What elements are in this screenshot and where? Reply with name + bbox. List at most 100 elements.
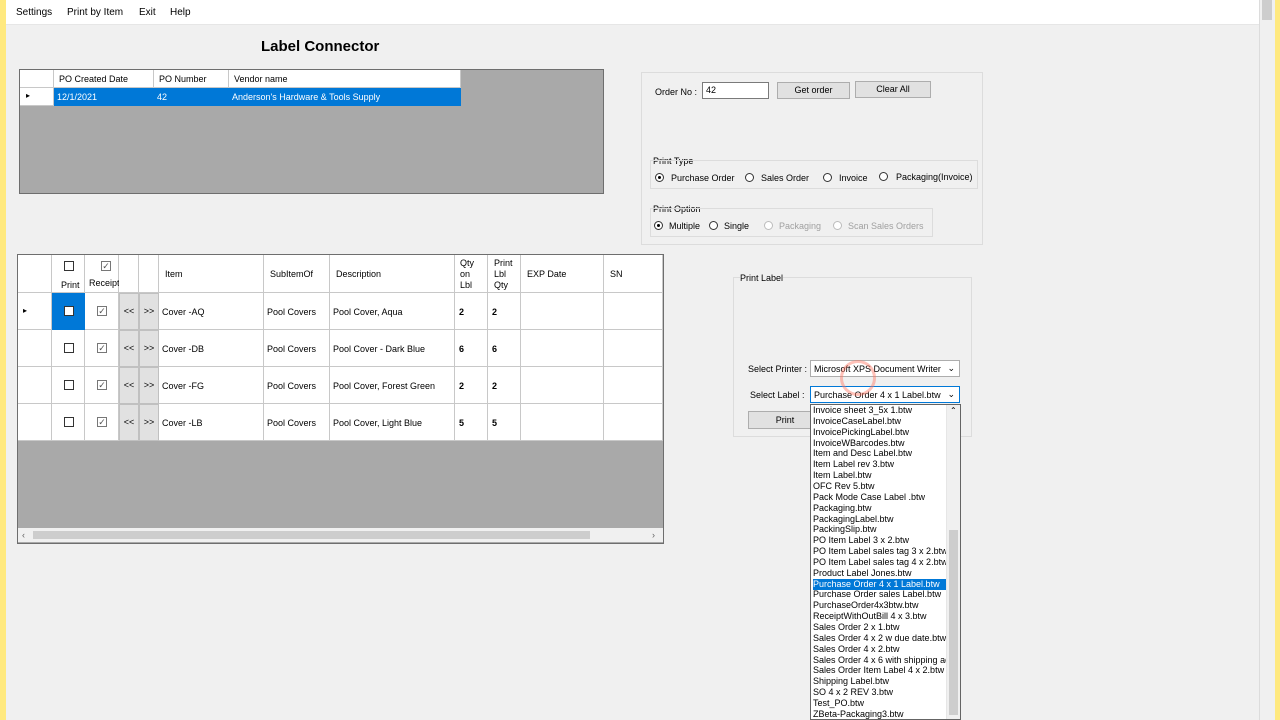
- menu-print-by-item[interactable]: Print by Item: [67, 7, 123, 18]
- radio-packaging-invoice[interactable]: [879, 172, 888, 181]
- cell-sn-3[interactable]: [604, 404, 663, 441]
- label-option[interactable]: PackagingLabel.btw: [813, 514, 948, 525]
- print-checkbox-3[interactable]: [64, 417, 74, 427]
- label-option[interactable]: Sales Order 4 x 2 w due date.btw: [813, 633, 948, 644]
- cell-item-2[interactable]: Cover -FG: [159, 367, 264, 404]
- label-option[interactable]: ZBeta-Packaging3.btw: [813, 709, 948, 719]
- receipt-checkbox-1[interactable]: ✓: [97, 343, 107, 353]
- print-checkbox-0[interactable]: ✓: [64, 306, 74, 316]
- label-option[interactable]: Item Label.btw: [813, 470, 948, 481]
- cell-print-0[interactable]: ✓: [52, 293, 85, 330]
- menu-help[interactable]: Help: [170, 7, 191, 18]
- cell-qty-2[interactable]: 2: [455, 367, 488, 404]
- forward-button-1[interactable]: >>: [139, 330, 159, 367]
- get-order-button[interactable]: Get order: [777, 82, 850, 99]
- label-option[interactable]: OFC Rev 5.btw: [813, 481, 948, 492]
- label-dropdown-list[interactable]: Invoice sheet 3_5x 1.btw InvoiceCaseLabel…: [810, 404, 961, 720]
- label-option[interactable]: Item and Desc Label.btw: [813, 448, 948, 459]
- items-scroll-thumb[interactable]: [33, 531, 590, 539]
- order-no-input[interactable]: 42: [702, 82, 769, 99]
- label-option[interactable]: Invoice sheet 3_5x 1.btw: [813, 405, 948, 416]
- po-col-header-vendor[interactable]: Vendor name: [229, 70, 461, 88]
- label-select[interactable]: Purchase Order 4 x 1 Label.btw ⌄: [810, 386, 960, 403]
- cell-sn-1[interactable]: [604, 330, 663, 367]
- dropdown-scrollbar[interactable]: ⌃: [946, 405, 960, 719]
- row-header-0[interactable]: ▸: [18, 293, 52, 330]
- label-option[interactable]: SO 4 x 2 REV 3.btw: [813, 687, 948, 698]
- radio-single[interactable]: [709, 221, 718, 230]
- po-cell-vendor[interactable]: Anderson's Hardware & Tools Supply: [229, 88, 461, 106]
- label-option[interactable]: InvoiceCaseLabel.btw: [813, 416, 948, 427]
- print-all-checkbox[interactable]: [64, 261, 74, 271]
- label-option[interactable]: Purchase Order sales Label.btw: [813, 589, 948, 600]
- items-horizontal-scrollbar[interactable]: ‹ ›: [18, 528, 663, 542]
- cell-description-3[interactable]: Pool Cover, Light Blue: [330, 404, 455, 441]
- cell-exp-0[interactable]: [521, 293, 604, 330]
- forward-button-2[interactable]: >>: [139, 367, 159, 404]
- row-header-2[interactable]: [18, 367, 52, 404]
- label-option[interactable]: Item Label rev 3.btw: [813, 459, 948, 470]
- cell-subitem-0[interactable]: Pool Covers: [264, 293, 330, 330]
- cell-subitem-2[interactable]: Pool Covers: [264, 367, 330, 404]
- cell-exp-2[interactable]: [521, 367, 604, 404]
- label-option[interactable]: PurchaseOrder4x3btw.btw: [813, 600, 948, 611]
- receipt-checkbox-2[interactable]: ✓: [97, 380, 107, 390]
- cell-print-qty-3[interactable]: 5: [488, 404, 521, 441]
- po-cell-number[interactable]: 42: [154, 88, 229, 106]
- label-option[interactable]: Packaging.btw: [813, 503, 948, 514]
- label-option[interactable]: InvoiceWBarcodes.btw: [813, 438, 948, 449]
- radio-packaging[interactable]: [764, 221, 773, 230]
- label-option[interactable]: Sales Order 4 x 6 with shipping ad: [813, 655, 948, 666]
- cell-sn-0[interactable]: [604, 293, 663, 330]
- scroll-up-icon[interactable]: ⌃: [950, 406, 957, 415]
- window-scroll-thumb[interactable]: [1262, 0, 1272, 20]
- cell-exp-1[interactable]: [521, 330, 604, 367]
- label-option[interactable]: PackingSlip.btw: [813, 524, 948, 535]
- label-option[interactable]: Test_PO.btw: [813, 698, 948, 709]
- label-option[interactable]: ReceiptWithOutBill 4 x 3.btw: [813, 611, 948, 622]
- col-header-receipt[interactable]: ✓ Receipt: [85, 255, 120, 293]
- cell-sn-2[interactable]: [604, 367, 663, 404]
- col-header-print[interactable]: Print: [52, 255, 85, 293]
- po-cell-date[interactable]: 12/1/2021: [54, 88, 154, 106]
- row-header-3[interactable]: [18, 404, 52, 441]
- label-option[interactable]: Pack Mode Case Label .btw: [813, 492, 948, 503]
- cell-print-qty-2[interactable]: 2: [488, 367, 521, 404]
- cell-print-1[interactable]: [52, 330, 85, 367]
- label-option[interactable]: Shipping Label.btw: [813, 676, 948, 687]
- cell-print-2[interactable]: [52, 367, 85, 404]
- label-option[interactable]: Sales Order 2 x 1.btw: [813, 622, 948, 633]
- back-button-3[interactable]: <<: [119, 404, 139, 441]
- dropdown-scroll-thumb[interactable]: [949, 530, 958, 715]
- label-option[interactable]: PO Item Label 3 x 2.btw: [813, 535, 948, 546]
- cell-receipt-1[interactable]: ✓: [85, 330, 119, 367]
- col-header-description[interactable]: Description: [330, 255, 455, 293]
- label-option[interactable]: PO Item Label sales tag 3 x 2.btw: [813, 546, 948, 557]
- col-header-exp-date[interactable]: EXP Date: [521, 255, 604, 293]
- back-button-2[interactable]: <<: [119, 367, 139, 404]
- receipt-checkbox-3[interactable]: ✓: [97, 417, 107, 427]
- radio-invoice[interactable]: [823, 173, 832, 182]
- receipt-checkbox-0[interactable]: ✓: [97, 306, 107, 316]
- po-col-header-date[interactable]: PO Created Date: [54, 70, 154, 88]
- label-option[interactable]: Purchase Order 4 x 1 Label.btw: [813, 578, 948, 590]
- print-checkbox-2[interactable]: [64, 380, 74, 390]
- clear-all-button[interactable]: Clear All: [855, 81, 931, 98]
- cell-item-1[interactable]: Cover -DB: [159, 330, 264, 367]
- cell-description-1[interactable]: Pool Cover - Dark Blue: [330, 330, 455, 367]
- col-header-qty-on-lbl[interactable]: Qty on Lbl: [455, 255, 488, 293]
- col-header-item[interactable]: Item: [159, 255, 264, 293]
- cell-qty-1[interactable]: 6: [455, 330, 488, 367]
- radio-sales-order[interactable]: [745, 173, 754, 182]
- back-button-0[interactable]: <<: [119, 293, 139, 330]
- cell-exp-3[interactable]: [521, 404, 604, 441]
- cell-receipt-0[interactable]: ✓: [85, 293, 119, 330]
- forward-button-3[interactable]: >>: [139, 404, 159, 441]
- radio-scan-sales-orders[interactable]: [833, 221, 842, 230]
- col-header-print-lbl-qty[interactable]: Print Lbl Qty: [488, 255, 521, 293]
- print-checkbox-1[interactable]: [64, 343, 74, 353]
- cell-print-qty-1[interactable]: 6: [488, 330, 521, 367]
- menu-exit[interactable]: Exit: [139, 7, 156, 18]
- label-option[interactable]: InvoicePickingLabel.btw: [813, 427, 948, 438]
- cell-subitem-1[interactable]: Pool Covers: [264, 330, 330, 367]
